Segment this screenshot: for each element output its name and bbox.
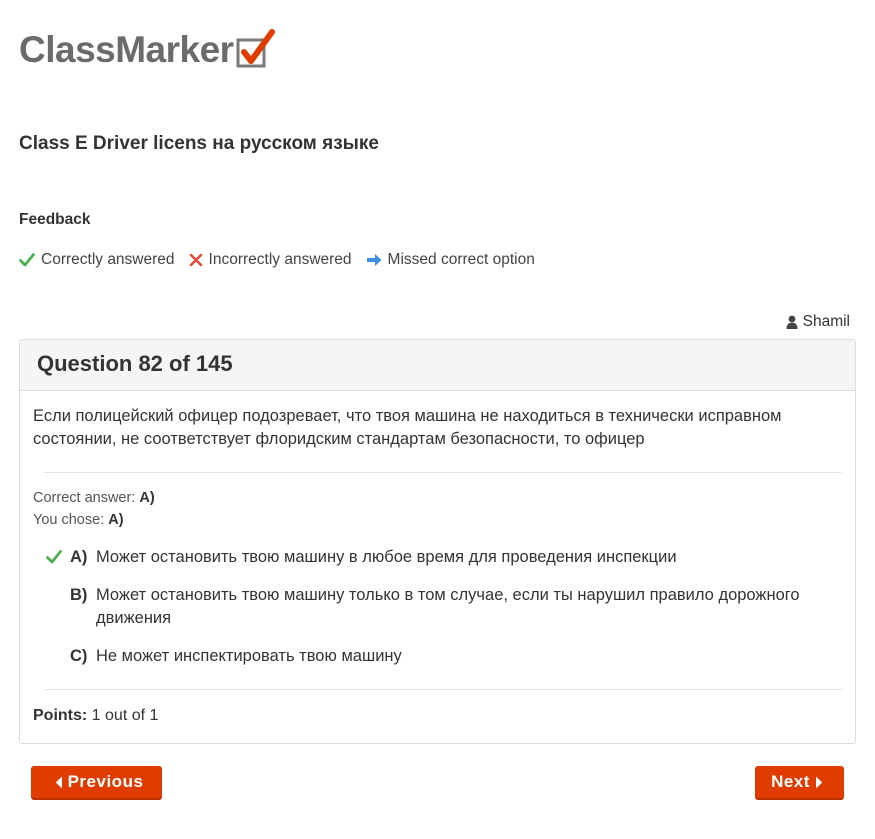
correct-answer-value: A) bbox=[139, 490, 155, 506]
previous-button[interactable]: Previous bbox=[31, 766, 162, 800]
next-button[interactable]: Next bbox=[755, 766, 844, 800]
question-panel-header: Question 82 of 145 bbox=[20, 340, 855, 391]
option-a-text: Может остановить твою машину в любое вре… bbox=[96, 548, 677, 566]
option-c-status bbox=[46, 645, 70, 668]
you-chose-label: You chose: bbox=[33, 512, 105, 528]
classmarker-logo: ClassMarker bbox=[19, 28, 276, 72]
option-c-text: Не может инспектировать твою машину bbox=[96, 647, 402, 665]
feedback-legend: Correctly answered Incorrectly answered … bbox=[19, 251, 549, 269]
you-chose-line: You chose: A) bbox=[33, 512, 124, 528]
option-a-status bbox=[46, 546, 70, 571]
legend-missed-label: Missed correct option bbox=[387, 251, 535, 268]
user-info: Shamil bbox=[786, 313, 850, 331]
legend-incorrect-label: Incorrectly answered bbox=[208, 251, 352, 268]
check-icon bbox=[46, 550, 62, 564]
quiz-title: Class E Driver licens на русском языке bbox=[19, 133, 379, 154]
correct-answer-label: Correct answer: bbox=[33, 490, 136, 506]
check-icon bbox=[19, 253, 35, 267]
option-b-letter: B) bbox=[70, 586, 88, 604]
next-label: Next bbox=[771, 772, 810, 791]
you-chose-value: A) bbox=[108, 512, 124, 528]
points-value: 1 out of 1 bbox=[91, 707, 159, 724]
logo-checkmark-icon bbox=[236, 29, 275, 68]
divider bbox=[45, 472, 842, 473]
correct-answer-line: Correct answer: A) bbox=[33, 490, 155, 506]
arrow-right-icon bbox=[366, 254, 382, 266]
legend-missed: Missed correct option bbox=[366, 251, 535, 269]
user-name: Shamil bbox=[802, 313, 850, 330]
points-label: Points: bbox=[33, 707, 88, 724]
option-b-status bbox=[46, 584, 70, 630]
question-header: Question 82 of 145 bbox=[37, 351, 233, 376]
question-text: Если полицейский офицер подозревает, что… bbox=[33, 407, 782, 448]
option-a-letter: A) bbox=[70, 548, 88, 566]
caret-right-icon bbox=[815, 776, 823, 788]
question-panel: Question 82 of 145 Если полицейский офиц… bbox=[19, 339, 856, 744]
feedback-heading: Feedback bbox=[19, 211, 91, 228]
option-c-letter: C) bbox=[70, 647, 88, 665]
points-line: Points: 1 out of 1 bbox=[33, 707, 158, 725]
legend-correct: Correctly answered bbox=[19, 251, 175, 269]
logo-text: ClassMarker bbox=[19, 29, 234, 70]
cross-icon bbox=[189, 253, 202, 267]
divider bbox=[45, 689, 842, 690]
user-icon bbox=[786, 315, 798, 329]
option-a: A) Может остановить твою машину в любое … bbox=[46, 546, 806, 571]
caret-left-icon bbox=[55, 776, 62, 788]
option-b-text: Может остановить твою машину только в то… bbox=[96, 586, 800, 627]
option-c: C) Не может инспектировать твою машину bbox=[46, 645, 806, 668]
legend-incorrect: Incorrectly answered bbox=[189, 251, 352, 269]
option-b: B) Может остановить твою машину только в… bbox=[46, 584, 806, 630]
previous-label: Previous bbox=[67, 772, 144, 791]
legend-correct-label: Correctly answered bbox=[41, 251, 175, 268]
